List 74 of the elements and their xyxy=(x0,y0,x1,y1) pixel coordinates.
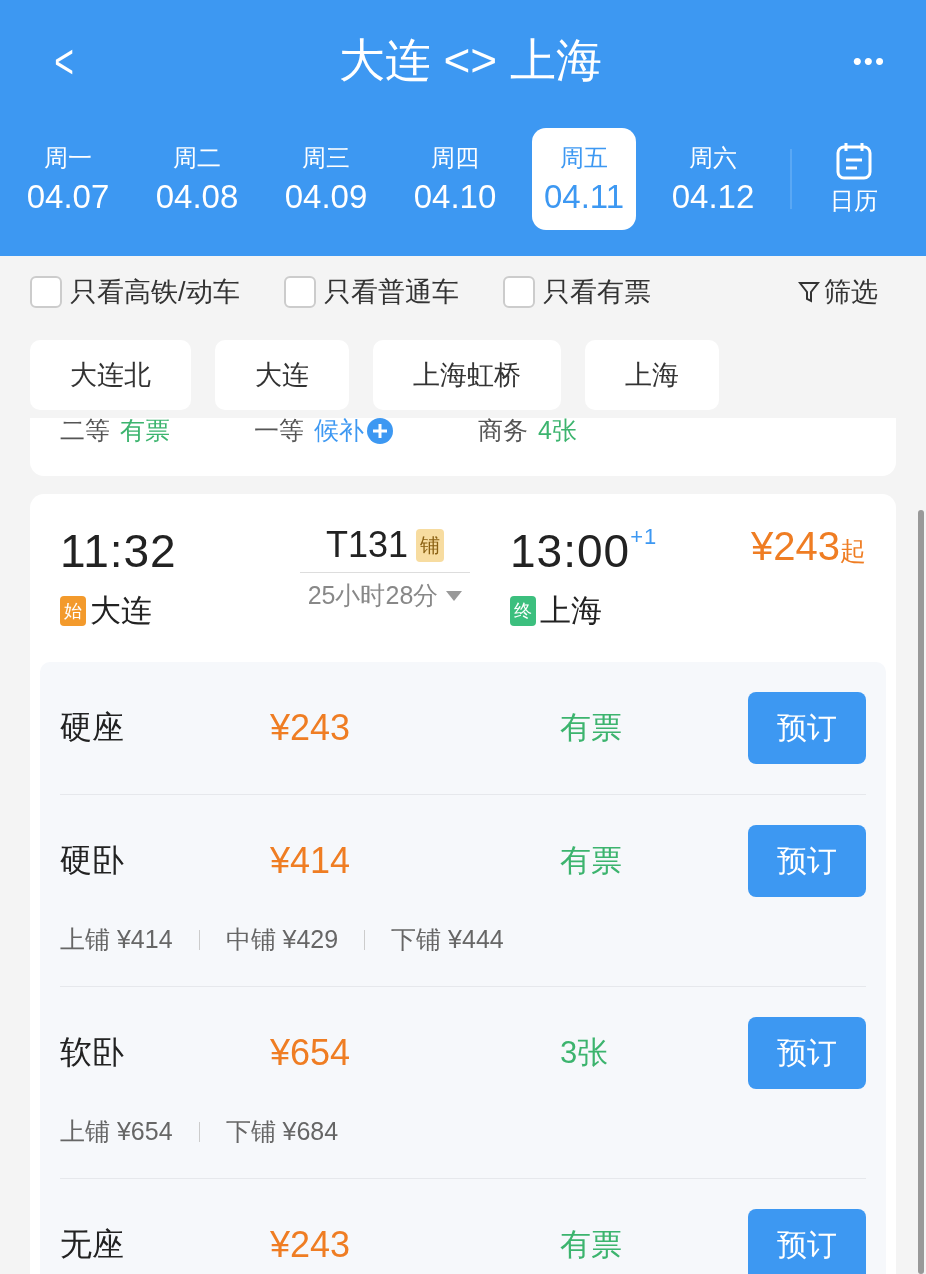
berth-price: 下铺 ¥684 xyxy=(225,1116,339,1147)
book-button[interactable]: 预订 xyxy=(748,1017,866,1089)
departure-time: 11:32 xyxy=(60,524,178,578)
availability-label: 有票 xyxy=(560,709,623,747)
terminal-tag: 终 xyxy=(510,596,536,626)
sleeper-badge: 铺 xyxy=(416,528,445,562)
station-chip[interactable]: 大连 xyxy=(215,340,349,410)
checkbox[interactable] xyxy=(30,276,62,308)
scrollbar[interactable] xyxy=(918,510,924,1274)
date-tab[interactable]: 周一 04.07 xyxy=(16,128,120,230)
book-button[interactable]: 预订 xyxy=(748,825,866,897)
weekday-label: 周二 xyxy=(173,143,221,173)
filter-icon[interactable] xyxy=(798,280,820,304)
route-title: 大连 <> 上海 xyxy=(338,33,602,88)
berth-price: 中铺 ¥429 xyxy=(225,924,339,955)
availability-label: 有票 xyxy=(120,418,170,446)
filter-label[interactable]: 只看普通车 xyxy=(323,274,459,310)
seat-type: 硬卧 xyxy=(60,841,125,880)
station-chip[interactable]: 上海 xyxy=(585,340,719,410)
back-button[interactable]: < xyxy=(47,33,81,89)
seat-type: 硬座 xyxy=(60,708,125,747)
weekday-label: 周六 xyxy=(689,143,737,173)
seat-type: 无座 xyxy=(60,1225,125,1264)
date-tab[interactable]: 周四 04.10 xyxy=(403,128,507,230)
calendar-label[interactable]: 日历 xyxy=(830,185,878,217)
date-tab[interactable]: 周五 04.11 xyxy=(532,128,636,230)
station-chip[interactable]: 上海虹桥 xyxy=(373,340,561,410)
weekday-label: 周五 xyxy=(560,143,608,173)
date-label: 04.08 xyxy=(155,178,239,216)
berth-price: 上铺 ¥414 xyxy=(60,924,173,955)
seat-class-label: 商务 xyxy=(478,418,528,446)
seat-price: ¥243 xyxy=(270,1224,352,1266)
book-button[interactable]: 预订 xyxy=(748,692,866,764)
filter-label[interactable]: 只看高铁/动车 xyxy=(70,274,240,310)
date-label: 04.09 xyxy=(284,178,368,216)
date-label: 04.11 xyxy=(543,178,625,216)
availability-label: 4张 xyxy=(538,418,577,446)
more-button[interactable]: ••• xyxy=(852,45,886,77)
seat-class-label: 一等 xyxy=(254,418,304,446)
book-button[interactable]: 预订 xyxy=(748,1209,866,1274)
lowest-price: ¥243起 xyxy=(751,524,866,569)
checkbox[interactable] xyxy=(283,276,316,308)
availability-label: 候补 xyxy=(314,418,364,446)
seat-class-label: 二等 xyxy=(60,418,110,446)
availability-label: 有票 xyxy=(560,842,623,880)
filter-label[interactable]: 只看有票 xyxy=(542,274,651,310)
origin-tag: 始 xyxy=(60,596,86,626)
berth-price: 下铺 ¥444 xyxy=(391,924,504,955)
availability-label: 3张 xyxy=(560,1034,610,1072)
weekday-label: 周四 xyxy=(431,143,479,173)
train-number: T131 xyxy=(325,524,409,566)
calendar-icon[interactable] xyxy=(835,141,873,181)
seat-price: ¥243 xyxy=(270,707,352,749)
weekday-label: 周三 xyxy=(302,143,350,173)
date-label: 04.10 xyxy=(413,178,497,216)
caret-icon[interactable] xyxy=(446,590,463,601)
availability-label: 有票 xyxy=(560,1226,623,1264)
date-tab[interactable]: 周二 04.08 xyxy=(145,128,249,230)
checkbox[interactable] xyxy=(502,276,535,308)
date-label: 04.12 xyxy=(671,178,755,216)
date-tab[interactable]: 周六 04.12 xyxy=(661,128,765,230)
berth-price: 上铺 ¥654 xyxy=(60,1116,173,1147)
date-tab[interactable]: 周三 04.09 xyxy=(274,128,378,230)
filter-button[interactable]: 筛选 xyxy=(798,274,878,310)
station-chip[interactable]: 大连北 xyxy=(30,340,191,410)
origin-station: 大连 xyxy=(90,592,152,630)
seat-type: 软卧 xyxy=(60,1033,125,1072)
seat-price: ¥414 xyxy=(270,840,352,882)
destination-station: 上海 xyxy=(540,592,602,630)
plus-icon[interactable] xyxy=(366,418,394,445)
duration-label: 25小时28分 xyxy=(307,580,439,611)
weekday-label: 周一 xyxy=(44,143,92,173)
seat-price: ¥654 xyxy=(270,1032,352,1074)
date-label: 04.07 xyxy=(26,178,110,216)
